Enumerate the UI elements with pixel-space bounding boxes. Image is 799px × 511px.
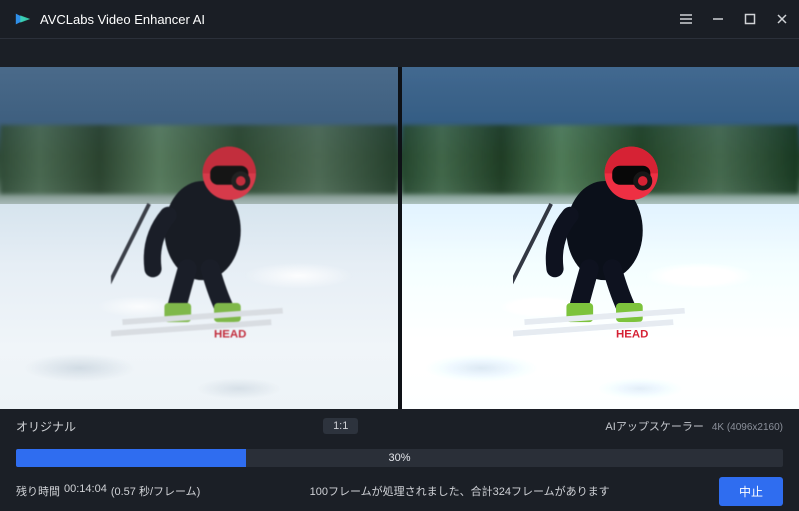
window-controls — [679, 12, 789, 26]
output-resolution: 4K (4096x2160) — [712, 422, 783, 433]
preview-enhanced: HEAD — [402, 67, 799, 409]
stop-button[interactable]: 中止 — [719, 477, 783, 506]
progress-bar: 30% — [0, 443, 799, 471]
output-info: AIアップスケーラー 4K (4096x2160) — [605, 418, 783, 434]
preview-original: HEAD — [0, 67, 398, 409]
status-text: 100フレームが処理されました、合計324フレームがあります — [212, 483, 707, 499]
original-image: HEAD — [111, 101, 302, 368]
progress-percent: 30% — [388, 452, 410, 464]
remaining-time-value: 00:14:04 — [64, 483, 107, 499]
enhanced-image: HEAD — [513, 101, 704, 368]
zoom-ratio-badge[interactable]: 1:1 — [323, 418, 358, 434]
menu-icon[interactable] — [679, 12, 693, 26]
close-icon[interactable] — [775, 12, 789, 26]
progress-track: 30% — [16, 449, 783, 467]
preview-area: HEAD — [0, 67, 799, 409]
logo-icon — [14, 10, 32, 28]
remaining-time-label: 残り時間 — [16, 483, 60, 499]
app-logo: AVCLabs Video Enhancer AI — [14, 10, 205, 28]
preview-split: HEAD — [0, 67, 799, 409]
minimize-icon[interactable] — [711, 12, 725, 26]
preview-info-row: オリジナル 1:1 AIアップスケーラー 4K (4096x2160) — [0, 409, 799, 443]
upscaler-label: AIアップスケーラー — [605, 418, 703, 434]
footer: 残り時間 00:14:04 (0.57 秒/フレーム) 100フレームが処理され… — [0, 471, 799, 511]
maximize-icon[interactable] — [743, 12, 757, 26]
svg-text:HEAD: HEAD — [616, 329, 648, 341]
progress-fill — [16, 449, 246, 467]
svg-text:HEAD: HEAD — [214, 329, 246, 341]
frame-rate: (0.57 秒/フレーム) — [111, 483, 201, 499]
remaining-time: 残り時間 00:14:04 (0.57 秒/フレーム) — [16, 483, 200, 499]
title-bar: AVCLabs Video Enhancer AI — [0, 0, 799, 38]
app-title: AVCLabs Video Enhancer AI — [40, 12, 205, 27]
original-label: オリジナル — [16, 418, 76, 435]
